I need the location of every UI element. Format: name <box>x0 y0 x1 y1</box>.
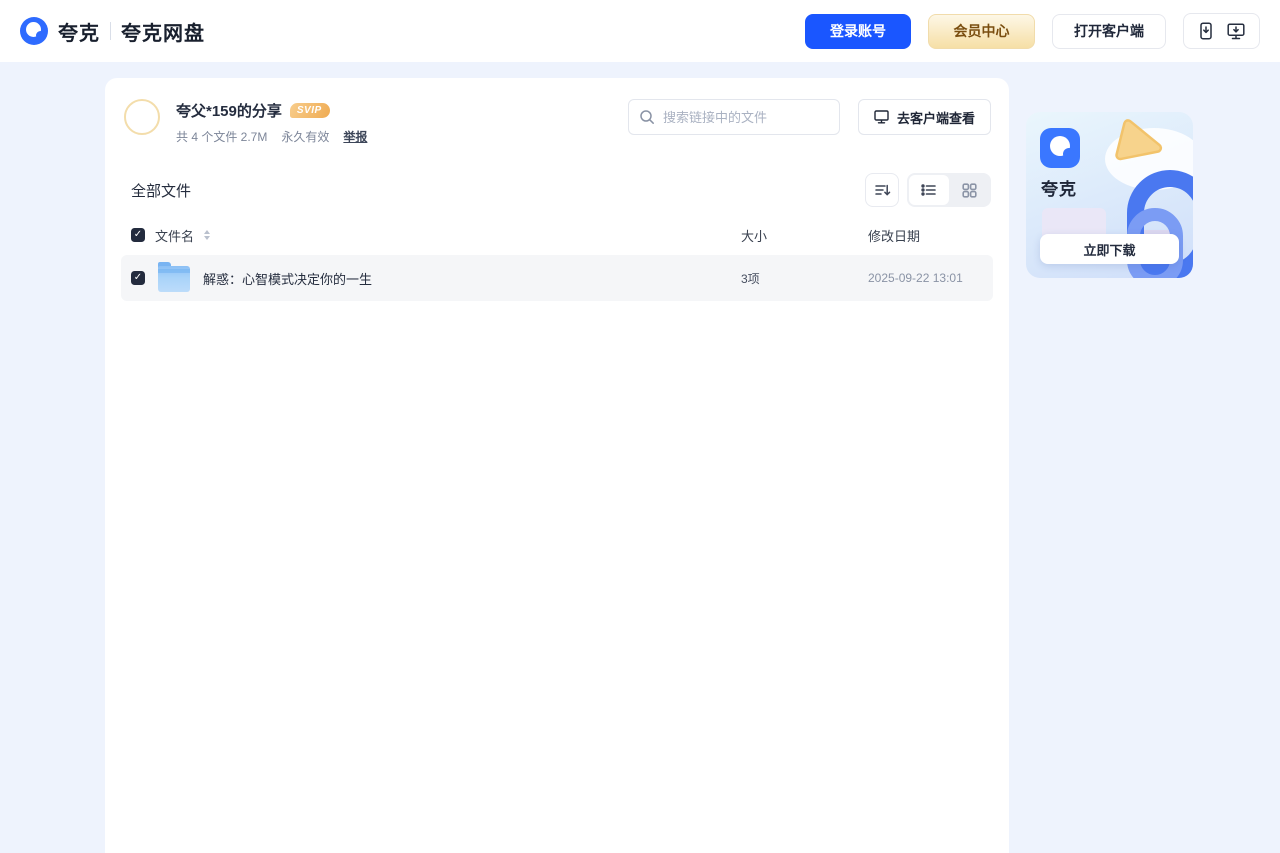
avatar <box>124 99 160 135</box>
search-icon <box>639 109 655 130</box>
column-header-size: 大小 <box>741 228 768 244</box>
brand: 夸克 夸克网盘 <box>20 17 205 46</box>
top-header: 夸克 夸克网盘 登录账号 会员中心 打开客户端 <box>0 0 1280 62</box>
view-toggle <box>907 173 991 207</box>
grid-view-button[interactable] <box>949 175 989 205</box>
report-link[interactable]: 举报 <box>343 128 367 145</box>
sort-order-button[interactable] <box>865 173 899 207</box>
brand-name: 夸克 <box>58 22 100 45</box>
list-view-button[interactable] <box>909 175 949 205</box>
vip-center-button[interactable]: 会员中心 <box>928 13 1035 49</box>
quark-app-icon <box>1040 128 1080 168</box>
file-modified-date: 2025-09-22 13:01 <box>868 271 963 285</box>
share-validity: 永久有效 <box>281 130 330 144</box>
select-all-checkbox[interactable] <box>131 228 145 242</box>
view-in-client-button[interactable]: 去客户端查看 <box>857 99 991 135</box>
mobile-download-icon[interactable] <box>1198 22 1214 40</box>
svip-badge: SVIP <box>289 103 330 118</box>
search-box <box>627 99 840 135</box>
share-files-count: 共 4 个文件 2.7M <box>176 130 268 144</box>
app-promo-card[interactable]: 夸克 立即下载 <box>1026 112 1193 278</box>
header-actions: 登录账号 会员中心 打开客户端 <box>805 13 1260 49</box>
app-download-icon-group <box>1183 13 1260 49</box>
column-header-name: 文件名 <box>155 228 195 244</box>
table-header: 文件名 大小 修改日期 <box>131 223 983 247</box>
desktop-download-icon[interactable] <box>1227 22 1245 40</box>
login-button[interactable]: 登录账号 <box>805 13 911 49</box>
share-actions: 去客户端查看 <box>627 99 991 135</box>
name-sort-control[interactable] <box>204 230 211 240</box>
files-section-title: 全部文件 <box>131 182 192 200</box>
share-meta: 共 4 个文件 2.7M 永久有效 举报 <box>176 128 367 145</box>
list-view-icon <box>921 184 936 196</box>
search-input[interactable] <box>627 99 840 135</box>
share-owner-title: 夸父*159的分享 <box>176 103 282 120</box>
file-name[interactable]: 解惑：心智模式决定你的一生 <box>203 269 372 288</box>
promo-app-name: 夸克 <box>1041 180 1077 199</box>
quark-logo-icon <box>20 17 48 45</box>
view-in-client-label: 去客户端查看 <box>896 110 975 126</box>
column-header-modified: 修改日期 <box>868 228 921 244</box>
grid-view-icon <box>961 182 977 198</box>
monitor-icon <box>874 110 889 124</box>
row-checkbox[interactable] <box>131 271 145 285</box>
brand-product-name: 夸克网盘 <box>121 22 205 45</box>
share-panel: 夸父*159的分享 SVIP 共 4 个文件 2.7M 永久有效 举报 搜索链接… <box>105 78 1009 853</box>
files-toolbar: 全部文件 <box>131 173 991 207</box>
share-header: 夸父*159的分享 SVIP 共 4 个文件 2.7M 永久有效 举报 搜索链接… <box>105 78 1009 145</box>
folder-icon <box>158 262 190 292</box>
open-client-button[interactable]: 打开客户端 <box>1052 13 1166 49</box>
file-row[interactable]: 解惑：心智模式决定你的一生 3项 2025-09-22 13:01 <box>121 255 993 301</box>
share-info: 夸父*159的分享 SVIP 共 4 个文件 2.7M 永久有效 举报 <box>176 99 367 145</box>
page-body: 夸父*159的分享 SVIP 共 4 个文件 2.7M 永久有效 举报 搜索链接… <box>0 62 1280 853</box>
file-size: 3项 <box>741 271 760 286</box>
sort-icon <box>874 184 890 196</box>
brand-divider <box>110 22 111 40</box>
download-now-button[interactable]: 立即下载 <box>1040 234 1179 264</box>
